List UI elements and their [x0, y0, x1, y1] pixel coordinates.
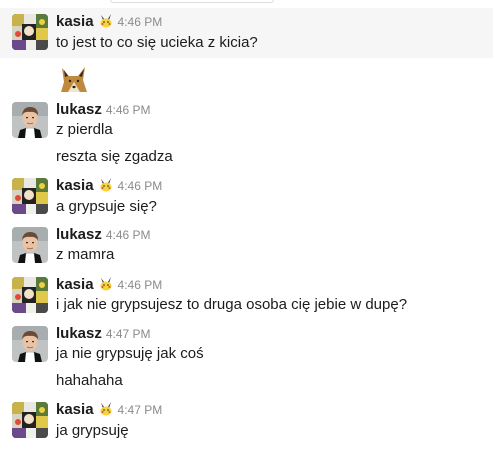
message-group[interactable]: kasia 4:46 PM i jak nie grypsujesz to dru…	[0, 271, 493, 319]
message-text: a grypsuje się?	[56, 198, 157, 215]
avatar-lukasz[interactable]	[12, 102, 48, 138]
message-group[interactable]: lukasz 4:47 PM ja nie grypsuję jak coś ha…	[0, 320, 493, 394]
avatar-lukasz[interactable]	[12, 227, 48, 263]
message-text: reszta się zgadza	[56, 148, 173, 165]
input-box-edge	[110, 0, 274, 3]
pikachu-emoji-icon	[98, 13, 114, 29]
timestamp[interactable]: 4:47 PM	[106, 327, 151, 341]
avatar-kasia[interactable]	[12, 178, 48, 214]
author-name[interactable]: lukasz	[56, 226, 102, 243]
author-name[interactable]: kasia	[56, 276, 94, 293]
author-name[interactable]: kasia	[56, 13, 94, 30]
author-name[interactable]: kasia	[56, 401, 94, 418]
message-group[interactable]: kasia 4:46 PM to jest to co się ucieka z …	[0, 8, 493, 58]
message-text: z mamra	[56, 246, 115, 263]
timestamp[interactable]: 4:46 PM	[106, 103, 151, 117]
avatar-kasia[interactable]	[12, 14, 48, 50]
pikachu-emoji-icon	[98, 276, 114, 292]
avatar-kasia[interactable]	[12, 402, 48, 438]
message-text: i jak nie grypsujesz to druga osoba cię …	[56, 296, 408, 313]
message-group[interactable]: kasia 4:46 PM a grypsuje się?	[0, 172, 493, 220]
author-name[interactable]: lukasz	[56, 325, 102, 342]
timestamp[interactable]: 4:46 PM	[118, 278, 163, 292]
fox-emoji-icon	[58, 62, 90, 99]
timestamp[interactable]: 4:46 PM	[118, 15, 163, 29]
message-text: to jest to co się ucieka z kicia?	[56, 34, 258, 51]
avatar-kasia[interactable]	[12, 277, 48, 313]
message-group[interactable]: kasia 4:47 PM ja grypsuję	[0, 396, 493, 446]
avatar-lukasz[interactable]	[12, 326, 48, 362]
message-text: ja grypsuję	[56, 422, 129, 439]
author-name[interactable]: kasia	[56, 177, 94, 194]
timestamp[interactable]: 4:47 PM	[118, 403, 163, 417]
message-group[interactable]: lukasz 4:46 PM z pierdla reszta się zgadz…	[0, 96, 493, 168]
message-group[interactable]: lukasz 4:46 PM z mamra	[0, 221, 493, 269]
pikachu-emoji-icon	[98, 177, 114, 193]
message-text: z pierdla	[56, 121, 113, 138]
author-name[interactable]: lukasz	[56, 101, 102, 118]
timestamp[interactable]: 4:46 PM	[118, 179, 163, 193]
message-text: hahahaha	[56, 372, 123, 389]
message-text: ja nie grypsuję jak coś	[56, 345, 204, 362]
timestamp[interactable]: 4:46 PM	[106, 228, 151, 242]
pikachu-emoji-icon	[98, 401, 114, 417]
